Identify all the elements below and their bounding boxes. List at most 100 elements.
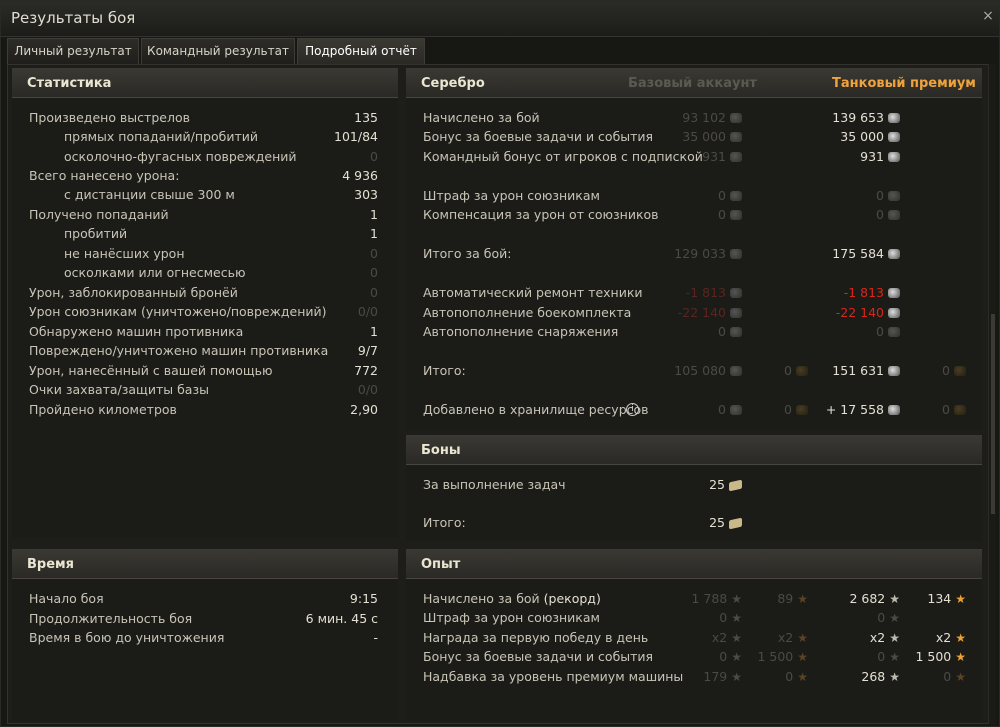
tab-personal-result[interactable]: Личный результат: [7, 38, 139, 64]
bonds-value: 25: [709, 477, 725, 492]
star-icon: ★: [731, 592, 742, 606]
stat-row: осколочно-фугасных повреждений 0: [12, 147, 398, 166]
credits-icon: [888, 191, 900, 201]
silver-title: Серебро: [421, 76, 485, 91]
stat-value: 9/7: [357, 343, 378, 358]
base-xp: 179 ★: [703, 667, 742, 687]
base-free-xp-value: 1 500: [757, 649, 794, 664]
stat-row: Обнаружено машин противника 1: [12, 322, 398, 341]
base-credits-value: 0: [718, 188, 726, 203]
bonds-panel: Боны За выполнение задач 25 Итого: 25: [406, 435, 982, 541]
silver-row: Автопополнение снаряжения 0 0: [406, 322, 982, 341]
experience-label: Бонус за боевые задачи и события: [423, 647, 653, 666]
credits-icon: [730, 405, 742, 415]
star-icon: ★: [731, 611, 742, 625]
premium-xp: 2 682 ★: [849, 589, 900, 609]
base-xp: x2 ★: [712, 628, 742, 648]
star-icon: ★: [955, 650, 966, 664]
base-free-xp: x2 ★: [778, 628, 808, 648]
star-icon: ★: [955, 631, 966, 645]
time-value: 9:15: [349, 591, 378, 606]
base-gold-value: 0: [784, 363, 792, 378]
stat-value: 0/0: [357, 304, 378, 319]
base-credits: 105 080: [674, 361, 742, 380]
stat-value: 101/84: [334, 129, 378, 144]
silver-label: Автопополнение боекомплекта: [423, 305, 632, 320]
star-icon: ★: [889, 631, 900, 645]
star-icon: ★: [889, 670, 900, 684]
stat-value: 0/0: [357, 382, 378, 397]
scrollbar-thumb[interactable]: [991, 314, 995, 514]
star-icon: ★: [731, 650, 742, 664]
premium-credits: 151 631: [832, 361, 900, 380]
premium-credits: + 17 558: [826, 400, 900, 419]
time-header: Время: [12, 549, 398, 579]
close-icon[interactable]: ×: [979, 7, 997, 25]
tab-team-result[interactable]: Командный результат: [141, 38, 295, 64]
premium-free-xp: 0 ★: [943, 667, 966, 687]
base-free-xp-value: 89: [777, 591, 794, 606]
base-credits-value: 0: [718, 207, 726, 222]
premium-xp-value: 0: [877, 610, 886, 625]
credits-icon: [730, 366, 742, 376]
bonds-icon: [729, 517, 742, 530]
star-icon: ★: [731, 670, 742, 684]
base-credits: 0: [718, 322, 742, 341]
base-credits-value: 129 033: [674, 246, 726, 261]
silver-row: Штраф за урон союзникам 0 0: [406, 186, 982, 205]
info-icon[interactable]: i: [626, 403, 639, 416]
credits-icon: [730, 132, 742, 142]
bonds-amount: 25: [709, 475, 742, 494]
premium-xp-value: 2 682: [849, 591, 886, 606]
silver-label: Начислено за бой: [423, 110, 540, 125]
base-account-column-header: Базовый аккаунт: [628, 76, 757, 91]
star-icon: ★: [731, 631, 742, 645]
base-credits: 931: [702, 147, 742, 166]
stat-label: Произведено выстрелов: [29, 110, 190, 125]
base-xp: 0 ★: [719, 608, 742, 628]
stat-label: пробитий: [64, 226, 128, 241]
stat-value: 1: [370, 226, 378, 241]
silver-row: Итого за бой: 129 033 175 584: [406, 244, 982, 263]
premium-free-xp-value: 134: [927, 591, 952, 606]
gold-icon: [954, 366, 966, 376]
base-credits: 93 102: [682, 108, 742, 127]
base-xp-value: 179: [703, 669, 728, 684]
experience-row: Штраф за урон союзникам 0 ★ 0 ★: [406, 608, 982, 627]
experience-label: Штраф за урон союзникам: [423, 608, 600, 627]
credits-icon: [730, 191, 742, 201]
base-xp-value: 0: [719, 649, 728, 664]
base-credits-value: 931: [702, 149, 726, 164]
scrollbar[interactable]: [988, 64, 996, 724]
premium-credits: 931: [860, 147, 900, 166]
base-xp-value: x2: [711, 630, 728, 645]
experience-title: Опыт: [421, 557, 461, 572]
stat-row: Произведено выстрелов 135: [12, 108, 398, 127]
premium-xp-value: 0: [877, 649, 886, 664]
bonds-label: За выполнение задач: [423, 477, 566, 492]
premium-credits-value: 0: [876, 324, 884, 339]
silver-label: Итого:: [423, 363, 466, 378]
silver-row: Командный бонус от игроков с подпиской 93…: [406, 147, 982, 166]
experience-label: Начислено за бой (рекорд): [423, 589, 601, 608]
bonds-title: Боны: [421, 443, 461, 458]
gold-icon: [796, 405, 808, 415]
stat-label: осколочно-фугасных повреждений: [64, 149, 297, 164]
premium-credits: 0: [876, 322, 900, 341]
premium-credits-value: 0: [876, 188, 884, 203]
base-credits: 0: [718, 400, 742, 419]
base-free-xp-value: 0: [785, 669, 794, 684]
stat-value: 2,90: [350, 402, 378, 417]
stat-row: Повреждено/уничтожено машин противника 9/…: [12, 341, 398, 360]
tab-detailed-report[interactable]: Подробный отчёт: [297, 38, 425, 64]
stat-label: осколками или огнесмесью: [64, 265, 246, 280]
stat-value: 0: [370, 265, 378, 280]
experience-label-text: Надбавка за уровень премиум машины: [423, 669, 684, 684]
time-label: Продолжительность боя: [29, 611, 193, 626]
experience-label-text: Начислено за бой: [423, 591, 540, 606]
premium-credits: -22 140: [836, 303, 900, 322]
stat-row: с дистанции свыше 300 м 303: [12, 185, 398, 204]
stat-row: Пройдено километров 2,90: [12, 400, 398, 419]
bonds-header: Боны: [406, 435, 982, 465]
base-xp-value: 0: [719, 610, 728, 625]
